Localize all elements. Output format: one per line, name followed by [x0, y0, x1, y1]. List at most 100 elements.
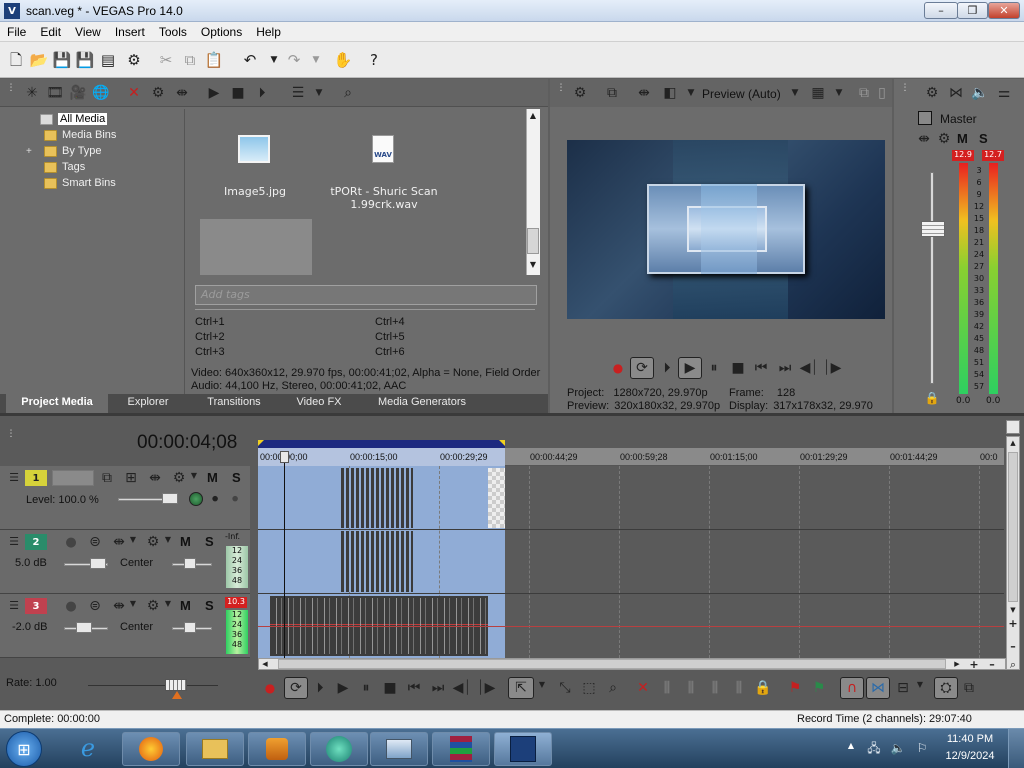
taskbar-winrar[interactable] — [432, 732, 490, 766]
master-solo-button[interactable]: S — [979, 131, 988, 146]
pause-icon[interactable]: ⏸ — [705, 359, 723, 377]
remove-media-icon[interactable]: ✕ — [124, 84, 144, 102]
web-media-icon[interactable]: 🌐 — [91, 84, 111, 102]
tag-shortcut[interactable]: Ctrl+1 — [195, 316, 225, 328]
play-from-start-icon[interactable]: ⏵ — [310, 679, 330, 697]
scroll-up-icon[interactable]: ▲ — [1007, 437, 1019, 449]
play-icon[interactable]: ▶ — [678, 357, 702, 379]
tag-shortcut[interactable]: Ctrl+4 — [375, 316, 405, 328]
edit-tool-dropdown-icon[interactable]: ▼ — [537, 681, 547, 689]
playback-cursor-handle[interactable] — [280, 451, 289, 463]
invert-phase-icon[interactable]: ⊜ — [86, 534, 104, 550]
image-thumbnail-icon[interactable] — [238, 135, 270, 163]
track-2-pan-knob[interactable] — [184, 558, 196, 569]
loop-playback-icon[interactable]: ⟳ — [630, 357, 654, 379]
rate-slider-knob[interactable] — [165, 679, 187, 691]
taskbar-control-panel[interactable] — [370, 732, 428, 766]
previous-frame-icon[interactable]: ◀⏐ — [800, 359, 819, 377]
compositing-icon[interactable]: ⧉ — [98, 470, 116, 486]
menu-edit[interactable]: Edit — [33, 22, 68, 39]
save-snapshot-icon[interactable]: ▯ — [874, 84, 890, 102]
auto-preview-icon[interactable]: ⏵ — [252, 84, 272, 102]
master-settings-icon[interactable]: ⚙ — [936, 131, 952, 147]
play-from-start-icon[interactable]: ⏵ — [657, 359, 677, 377]
media-fx-icon[interactable]: ⇼ — [172, 84, 192, 102]
maximize-button[interactable]: ❐ — [957, 2, 988, 19]
track-settings-dropdown-icon[interactable]: ▼ — [189, 472, 199, 480]
audio-file-icon[interactable]: WAV — [372, 135, 394, 163]
preview-quality-dropdown[interactable]: Preview (Auto) — [702, 87, 781, 101]
trim-end-icon[interactable]: ⫼ — [706, 679, 724, 697]
lock-envelopes-icon[interactable]: ⛭ — [934, 677, 958, 699]
master-peak-right[interactable]: 12.7 — [982, 150, 1004, 161]
tab-media-generators[interactable]: Media Generators — [360, 394, 484, 413]
scroll-down-icon[interactable]: ▼ — [527, 261, 539, 269]
split-icon[interactable]: ⫼ — [730, 679, 748, 697]
overlays-dropdown-icon[interactable]: ▼ — [832, 86, 846, 100]
scroll-thumb[interactable] — [527, 228, 539, 254]
record-icon[interactable]: ● — [264, 681, 276, 695]
cut-icon[interactable]: ✂ — [156, 50, 176, 70]
zoom-in-horizontal-button[interactable]: + — [968, 658, 980, 670]
insert-region-icon[interactable]: ⚑ — [810, 679, 828, 697]
get-media-icon[interactable]: 🎥 — [68, 84, 88, 102]
loop-playback-icon[interactable]: ⟳ — [284, 677, 308, 699]
show-desktop-button[interactable] — [1008, 729, 1024, 768]
scroll-right-icon[interactable]: ▶ — [952, 659, 962, 669]
ripple-dropdown-icon[interactable]: ▼ — [915, 681, 925, 689]
loop-region-bar[interactable] — [258, 440, 505, 448]
scroll-down-icon[interactable]: ▼ — [1007, 604, 1019, 616]
menu-insert[interactable]: Insert — [108, 22, 152, 39]
taskbar-firefox[interactable] — [122, 732, 180, 766]
tab-transitions[interactable]: Transitions — [190, 394, 278, 413]
panel-grip-icon[interactable]: ⋮ — [6, 430, 16, 439]
track-fx-icon[interactable]: ⇼ — [110, 598, 128, 614]
ignore-grouping-icon[interactable]: ⧉ — [960, 679, 978, 697]
tags-input[interactable]: Add tags — [195, 285, 537, 305]
paste-icon[interactable]: 📋 — [204, 50, 224, 70]
menu-tools[interactable]: Tools — [152, 22, 194, 39]
lock-event-icon[interactable]: 🔒 — [754, 679, 772, 697]
play-icon[interactable]: ▶ — [333, 679, 353, 697]
redo-dropdown-icon[interactable]: ▼ — [306, 50, 326, 70]
network-icon[interactable]: 🖧 — [866, 740, 882, 756]
external-monitor-icon[interactable]: ⧉ — [602, 84, 622, 102]
whats-this-icon[interactable]: ✋ — [333, 50, 353, 70]
pause-icon[interactable]: ⏸ — [357, 679, 375, 697]
menu-help[interactable]: Help — [249, 22, 288, 39]
video-event[interactable] — [341, 468, 413, 528]
render-icon[interactable]: ▤ — [98, 50, 118, 70]
lock-icon[interactable]: 🔒 — [924, 391, 940, 405]
taskbar-media-player[interactable] — [248, 732, 306, 766]
tag-shortcut[interactable]: Ctrl+2 — [195, 331, 225, 343]
track-2-volume-knob[interactable] — [90, 558, 106, 569]
track-fx-icon[interactable]: ⇼ — [146, 470, 164, 486]
track-settings-dropdown-icon[interactable]: ▼ — [163, 536, 173, 544]
panel-grip-icon[interactable]: ⋮ — [556, 84, 566, 93]
zoom-edit-tool-icon[interactable]: ⌕ — [604, 679, 622, 697]
playback-cursor[interactable] — [284, 452, 285, 658]
track-1-mute-button[interactable]: M — [207, 470, 218, 485]
speaker-icon[interactable]: 🔈 — [970, 84, 990, 102]
zoom-out-horizontal-button[interactable]: – — [986, 658, 998, 670]
track-3-pan-knob[interactable] — [184, 622, 196, 633]
clock-time[interactable]: 11:40 PM — [944, 733, 996, 745]
arm-record-icon[interactable]: ● — [63, 598, 79, 614]
copy-snapshot-icon[interactable]: ⧉ — [856, 84, 872, 102]
overlays-icon[interactable]: ▦ — [808, 84, 828, 102]
open-icon[interactable]: 📂 — [29, 50, 49, 70]
next-frame-icon[interactable]: ⏐▶ — [823, 359, 842, 377]
go-to-end-icon[interactable]: ⏭ — [429, 679, 447, 697]
track-number-2[interactable]: 2 — [25, 534, 47, 550]
auto-crossfade-icon[interactable]: ⋈ — [866, 677, 890, 699]
master-peak-left[interactable]: 12.9 — [952, 150, 974, 161]
window-splitter[interactable] — [0, 413, 1024, 416]
close-button[interactable]: ✕ — [988, 2, 1020, 19]
track-2-solo-button[interactable]: S — [205, 534, 214, 549]
tag-shortcut[interactable]: Ctrl+5 — [375, 331, 405, 343]
capture-video-icon[interactable]: 🎞 — [45, 84, 65, 102]
tag-shortcut[interactable]: Ctrl+3 — [195, 346, 225, 358]
audio-volume-envelope[interactable] — [258, 626, 1004, 627]
track-fx-dropdown-icon[interactable]: ▼ — [128, 536, 138, 544]
track-fx-icon[interactable]: ⇼ — [110, 534, 128, 550]
